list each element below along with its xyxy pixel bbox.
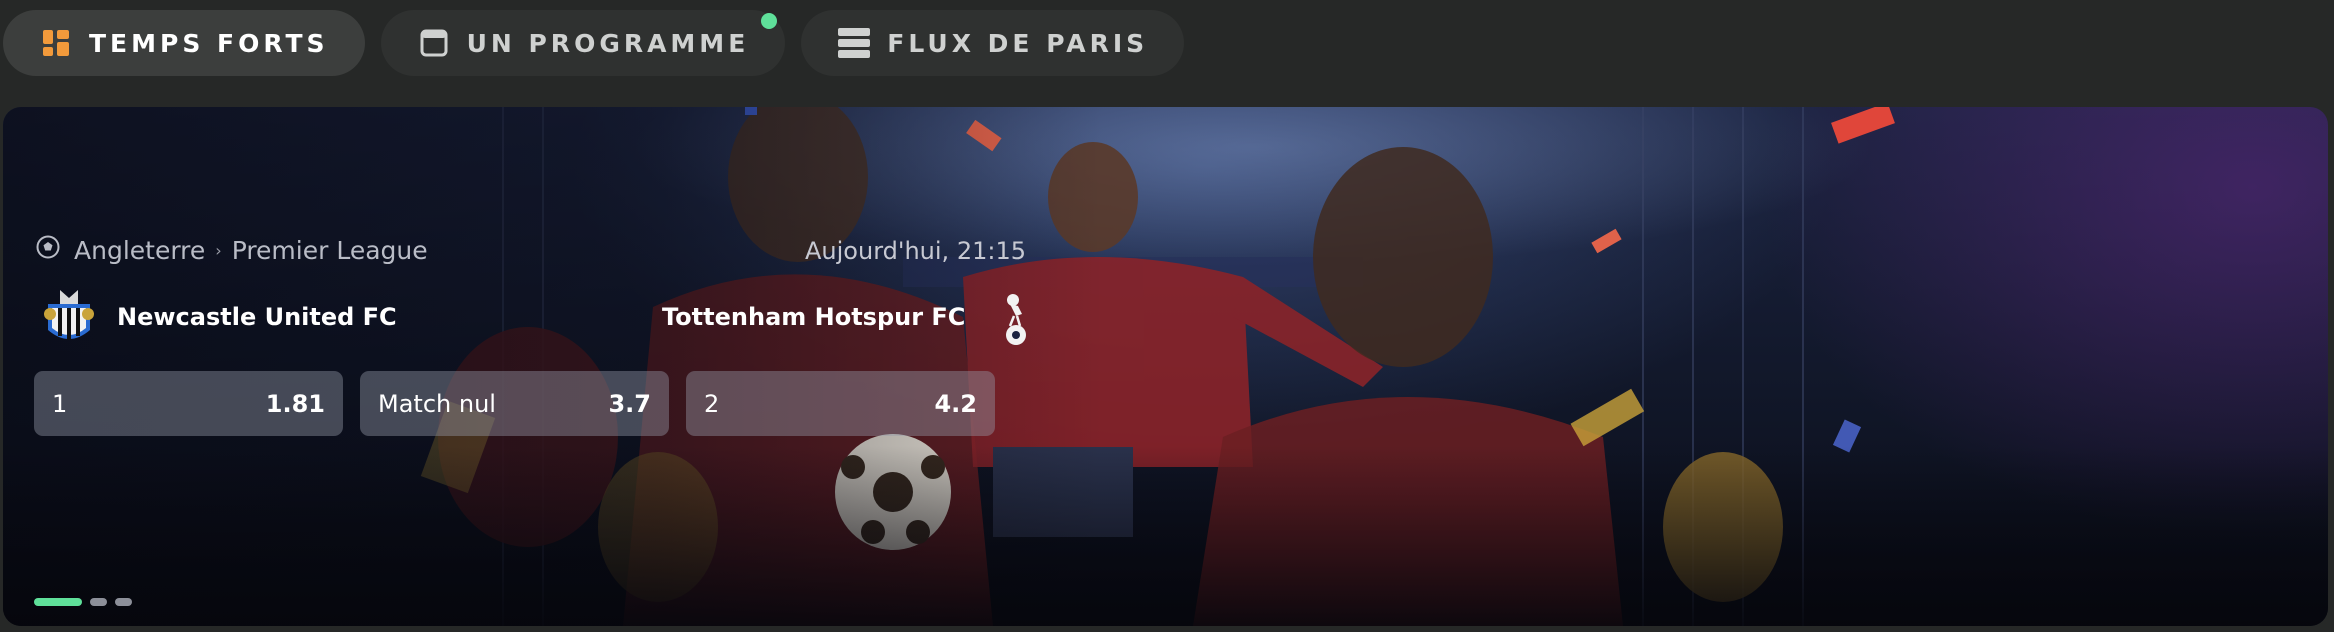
- carousel-dot-1[interactable]: [34, 598, 82, 606]
- odds-row: 1 1.81 Match nul 3.7 2 4.2: [34, 371, 995, 436]
- home-team-name: Newcastle United FC: [117, 303, 397, 331]
- odds-value: 3.7: [608, 389, 651, 418]
- bottom-gradient-overlay: [3, 446, 2328, 626]
- carousel-dot-2[interactable]: [90, 598, 107, 606]
- feed-icon: [837, 26, 871, 60]
- odds-button-draw[interactable]: Match nul 3.7: [360, 371, 669, 436]
- league-label: Premier League: [231, 235, 428, 265]
- home-team: Newcastle United FC: [36, 284, 397, 350]
- tab-flux-de-paris[interactable]: FLUX DE PARIS: [801, 10, 1185, 76]
- odds-outcome-label: Match nul: [378, 389, 496, 418]
- newcastle-crest-icon: [36, 284, 102, 350]
- odds-value: 1.81: [265, 389, 325, 418]
- away-team-name: Tottenham Hotspur FC: [662, 303, 966, 331]
- tab-label: UN PROGRAMME: [466, 28, 750, 58]
- league-breadcrumb[interactable]: Angleterre › Premier League: [36, 235, 428, 265]
- tab-un-programme[interactable]: UN PROGRAMME: [380, 10, 786, 76]
- new-indicator-dot: [761, 13, 778, 29]
- featured-match-banner[interactable]: Angleterre › Premier League Aujourd'hui,…: [3, 107, 2328, 626]
- kickoff-time: Aujourd'hui, 21:15: [805, 237, 1026, 265]
- calendar-icon: [417, 26, 451, 60]
- country-label: Angleterre: [74, 235, 206, 265]
- carousel-pagination: [34, 598, 132, 606]
- carousel-dot-3[interactable]: [115, 598, 132, 606]
- odds-button-away[interactable]: 2 4.2: [686, 371, 995, 436]
- odds-button-home[interactable]: 1 1.81: [34, 371, 343, 436]
- tab-label: TEMPS FORTS: [89, 28, 329, 58]
- breadcrumb-separator: ›: [215, 240, 222, 260]
- away-team: Tottenham Hotspur FC: [662, 284, 1049, 350]
- tottenham-crest-icon: [983, 284, 1049, 350]
- odds-value: 4.2: [934, 389, 977, 418]
- highlights-icon: [39, 26, 73, 60]
- odds-outcome-label: 1: [52, 389, 68, 418]
- tab-temps-forts[interactable]: TEMPS FORTS: [3, 10, 365, 76]
- tab-label: FLUX DE PARIS: [887, 28, 1149, 58]
- soccer-ball-icon: [36, 235, 60, 265]
- odds-outcome-label: 2: [704, 389, 720, 418]
- tab-bar: TEMPS FORTS UN PROGRAMME FLUX DE PARIS: [3, 10, 1185, 76]
